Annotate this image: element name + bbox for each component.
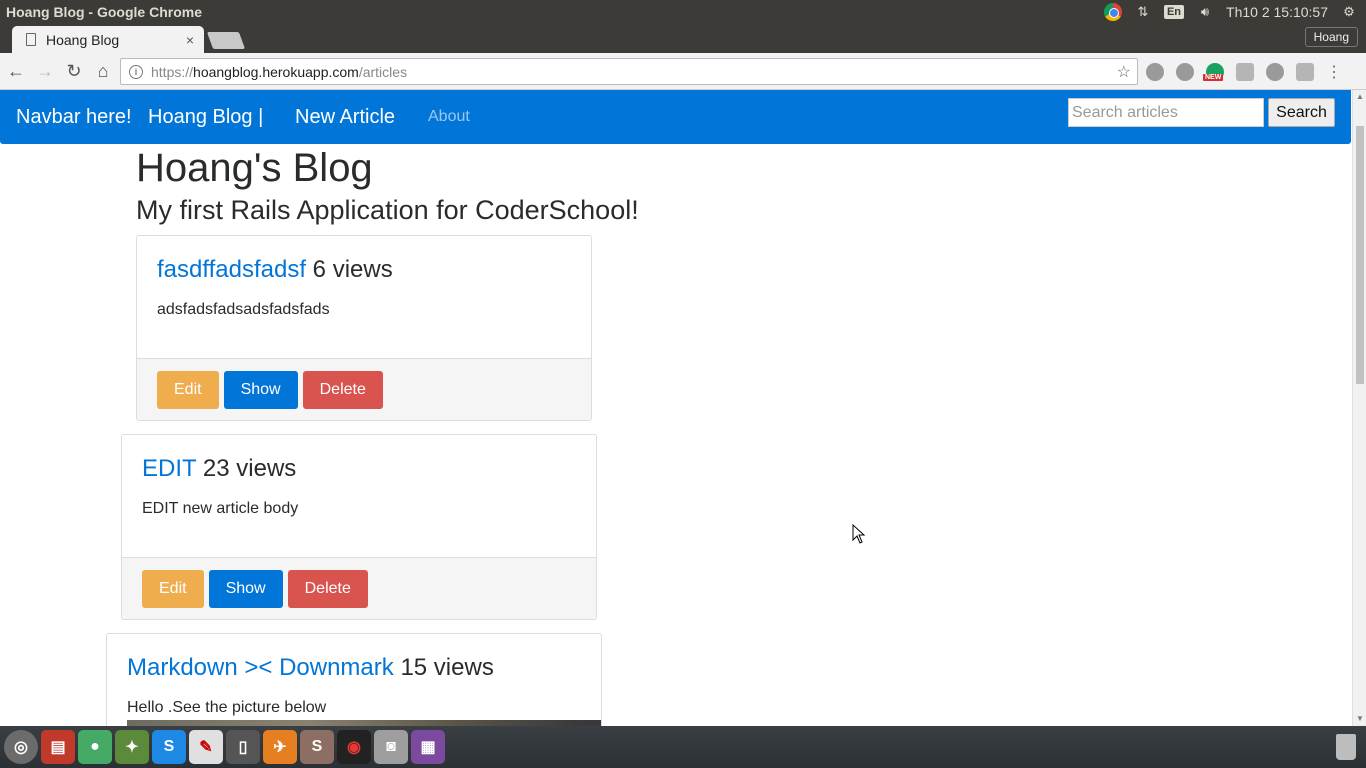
page-viewport: Navbar here! Hoang Blog | New Article Ab… [0,90,1352,726]
files-app-icon[interactable]: ▤ [41,730,75,764]
site-navbar: Navbar here! Hoang Blog | New Article Ab… [0,90,1351,144]
navbar-brand[interactable]: Navbar here! [16,106,132,129]
page-favicon-icon [26,33,36,46]
article-body: EDIT new article body [142,500,299,517]
system-tray: ⇅ En 🔊︎ Th10 2 15:10:57 ⚙ [1103,0,1366,24]
profile-button[interactable]: Hoang [1304,27,1358,47]
scroll-down-arrow-icon[interactable]: ▼ [1353,712,1366,726]
article-title-link[interactable]: Markdown >< Downmark [127,654,394,681]
home-icon[interactable]: ⌂ [90,58,116,84]
show-button[interactable]: Show [223,371,298,409]
article-body: adsfadsfadsadsfadsfads [157,301,330,318]
chrome-app-icon[interactable]: ● [78,730,112,764]
delete-button[interactable]: Delete [287,570,368,608]
reload-icon[interactable]: ↻ [61,58,87,84]
back-arrow-icon[interactable]: ← [3,58,29,84]
bookmark-star-icon[interactable]: ☆ [1117,62,1131,82]
screen-recorder-app-icon[interactable]: ◉ [337,730,371,764]
article-card-body: fasdffadsfadsf 6 views adsfadsfadsadsfad… [137,236,591,358]
window-title: Hoang Blog - Google Chrome [6,4,202,20]
tab-strip: Hoang Blog × Hoang [0,24,1366,53]
show-button[interactable]: Show [208,570,283,608]
tab-title: Hoang Blog [46,31,120,48]
article-title-link[interactable]: EDIT [142,455,196,482]
article-card-footer: Edit Show Delete [122,557,596,619]
nav-link-about[interactable]: About [428,108,470,126]
article-card-body: Markdown >< Downmark 15 views Hello .See… [107,634,601,726]
tab-hoang-blog[interactable]: Hoang Blog × [12,26,204,53]
url-scheme: https:// [151,63,194,80]
os-top-bar: Hoang Blog - Google Chrome ⇅ En 🔊︎ Th10 … [0,0,1366,24]
address-bar[interactable]: i https://hoangblog.herokuapp.com/articl… [120,58,1138,85]
refresh-extension-icon[interactable] [1266,62,1284,81]
scrollbar-thumb[interactable] [1356,126,1364,384]
url-host: hoangblog.herokuapp.com [193,63,359,80]
extension-icon-1[interactable] [1146,62,1164,81]
keyboard-language-indicator[interactable]: En [1163,5,1185,19]
delete-button[interactable]: Delete [302,371,383,409]
trash-icon[interactable] [1336,734,1356,760]
camera-app-icon[interactable]: ◙ [374,730,408,764]
site-info-icon[interactable]: i [129,64,143,79]
article-card: fasdffadsfadsf 6 views adsfadsfadsadsfad… [136,235,592,421]
article-card: Markdown >< Downmark 15 views Hello .See… [106,633,602,726]
article-view-count: 6 views [312,256,393,283]
search-input[interactable] [1068,98,1264,127]
extension-globe-icon[interactable] [1176,62,1194,81]
nav-link-new-article[interactable]: New Article [295,106,395,129]
url-path: /articles [358,63,408,80]
tab-close-icon[interactable]: × [186,32,194,48]
chrome-tray-icon[interactable] [1103,3,1122,21]
article-card: EDIT 23 views EDIT new article body Edit… [121,434,597,620]
search-button[interactable]: Search [1268,98,1335,127]
article-card-body: EDIT 23 views EDIT new article body [122,435,596,557]
forward-arrow-icon[interactable]: → [32,58,58,84]
android-extension-icon[interactable] [1236,62,1254,81]
page-title: Hoang's Blog [136,146,373,190]
skype-app-icon[interactable]: S [152,730,186,764]
edit-button[interactable]: Edit [157,371,219,409]
new-badge: NEW [1203,73,1224,81]
sublime-text-app-icon[interactable]: S [300,730,334,764]
android-studio-app-icon[interactable]: ✦ [115,730,149,764]
document-viewer-app-icon[interactable]: ✎ [189,730,223,764]
nav-link-hoang-blog[interactable]: Hoang Blog | [148,106,263,129]
article-title-link[interactable]: fasdffadsfadsf [157,256,306,283]
taskbar-right [1236,726,1366,768]
article-heading: fasdffadsfadsf 6 views [157,256,571,284]
page-subtitle: My first Rails Application for CoderScho… [136,195,639,225]
extensions-area: NEW ⋮ [1146,58,1342,85]
article-heading: Markdown >< Downmark 15 views [127,654,581,682]
settings-gear-icon[interactable]: ⚙ [1340,3,1358,21]
shield-extension-icon[interactable] [1296,62,1314,81]
browser-toolbar: ← → ↻ ⌂ i https://hoangblog.herokuapp.co… [0,53,1366,90]
edit-button[interactable]: Edit [142,570,204,608]
scroll-up-arrow-icon[interactable]: ▲ [1353,90,1366,104]
ubuntu-launcher-bar: ◎ ▤ ● ✦ S ✎ ▯ ✈ S ◉ ◙ ▦ [0,726,1366,768]
chrome-menu-icon[interactable]: ⋮ [1326,62,1342,82]
volume-icon[interactable]: 🔊︎ [1196,3,1214,21]
workspace-switcher-icon[interactable]: ▦ [411,730,445,764]
grammarly-extension-icon[interactable]: NEW [1203,62,1224,81]
article-body: Hello .See the picture below [127,699,327,716]
network-icon[interactable]: ⇅ [1134,3,1152,21]
page-scrollbar[interactable]: ▲ ▼ [1352,90,1366,726]
mouse-cursor-icon [852,524,866,544]
phone-app-icon[interactable]: ▯ [226,730,260,764]
article-view-count: 23 views [202,455,297,482]
dash-icon[interactable]: ◎ [4,730,38,764]
new-tab-button[interactable] [206,32,246,49]
article-card-footer: Edit Show Delete [137,358,591,420]
clock[interactable]: Th10 2 15:10:57 [1226,4,1328,20]
article-view-count: 15 views [400,654,494,681]
postman-app-icon[interactable]: ✈ [263,730,297,764]
article-heading: EDIT 23 views [142,455,576,483]
